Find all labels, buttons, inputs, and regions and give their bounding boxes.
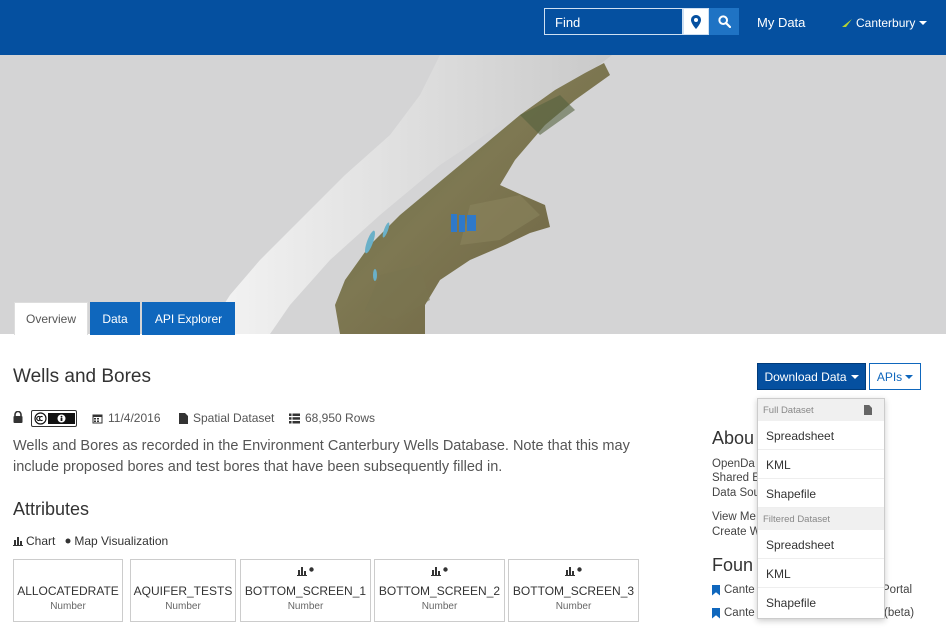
full-shapefile-option[interactable]: Shapefile xyxy=(758,479,884,508)
tab-overview[interactable]: Overview xyxy=(14,302,88,335)
chevron-down-icon xyxy=(905,374,914,379)
apis-button[interactable]: APIs xyxy=(869,363,921,390)
attribute-type: Number xyxy=(555,601,592,612)
bookmark-icon xyxy=(712,584,720,596)
attributes-toolbar: Chart Map Visualization xyxy=(13,534,168,548)
attribute-name: BOTTOM_SCREEN_2 xyxy=(378,584,501,598)
dot-icon xyxy=(577,567,582,572)
attribute-name: BOTTOM_SCREEN_1 xyxy=(244,584,367,598)
my-data-link[interactable]: My Data xyxy=(757,15,805,30)
full-spreadsheet-option[interactable]: Spreadsheet xyxy=(758,421,884,450)
attribute-name: BOTTOM_SCREEN_3 xyxy=(512,584,635,598)
full-dataset-header: Full Dataset xyxy=(758,399,884,421)
about-heading: Abou xyxy=(712,428,755,448)
filtered-dataset-header: Filtered Dataset xyxy=(758,508,884,530)
apis-label: APIs xyxy=(876,369,903,384)
rows-meta: 68,950 Rows xyxy=(289,411,375,425)
attribute-card[interactable]: BOTTOM_SCREEN_1 Number xyxy=(240,559,371,622)
found-in-suffix: (beta) xyxy=(884,607,915,619)
bar-chart-icon xyxy=(13,536,23,546)
hero-map-image xyxy=(0,55,946,334)
download-dropdown-menu: Full Dataset Spreadsheet KML Shapefile F… xyxy=(757,398,885,619)
creative-commons-license-badge[interactable] xyxy=(31,410,77,427)
attributes-heading: Attributes xyxy=(13,499,90,519)
dataset-date: 11/4/2016 xyxy=(108,411,161,425)
search-input[interactable]: Find xyxy=(544,8,683,35)
tab-data[interactable]: Data xyxy=(90,302,140,335)
bar-chart-icon xyxy=(297,567,307,576)
search-button[interactable] xyxy=(709,8,739,35)
chevron-down-icon xyxy=(919,21,928,25)
date-meta: 11/4/2016 xyxy=(92,411,161,425)
found-in-label: Cante xyxy=(724,584,755,596)
map-visualization-label: Map Visualization xyxy=(74,534,169,548)
region-dropdown[interactable]: Canterbury xyxy=(842,16,928,30)
chart-toggle[interactable]: Chart xyxy=(13,534,55,548)
creative-commons-icon xyxy=(34,412,75,425)
region-label: Canterbury xyxy=(856,16,916,30)
attribute-type: Number xyxy=(50,601,86,612)
create-link[interactable]: Create W xyxy=(712,526,761,538)
search-icon xyxy=(717,15,731,28)
tab-api-explorer[interactable]: API Explorer xyxy=(142,302,235,335)
dot-icon xyxy=(443,567,448,572)
attribute-card[interactable]: BOTTOM_SCREEN_2 Number xyxy=(374,559,505,622)
map-pin-icon xyxy=(691,14,701,29)
about-line: Data Sou xyxy=(712,487,760,499)
filtered-spreadsheet-option[interactable]: Spreadsheet xyxy=(758,530,884,559)
leaf-icon xyxy=(842,19,852,27)
attribute-type: Number xyxy=(287,601,324,612)
location-pin-button[interactable] xyxy=(683,8,709,35)
found-in-heading: Foun xyxy=(712,555,754,575)
found-in-item-suffix: (beta) xyxy=(884,607,914,619)
attribute-icons xyxy=(375,567,504,576)
filtered-dataset-label: Filtered Dataset xyxy=(763,514,831,525)
page-title: Wells and Bores xyxy=(13,366,151,387)
list-icon xyxy=(289,413,300,423)
about-line: OpenDa xyxy=(712,458,755,470)
attribute-card[interactable]: BOTTOM_SCREEN_3 Number xyxy=(508,559,639,622)
view-metadata-link[interactable]: View Me xyxy=(712,511,756,523)
full-kml-option[interactable]: KML xyxy=(758,450,884,479)
type-meta: Spatial Dataset xyxy=(179,411,274,425)
download-data-button[interactable]: Download Data xyxy=(757,363,866,390)
dot-icon xyxy=(309,567,314,572)
found-in-item[interactable]: Cante xyxy=(712,584,755,596)
lock-icon xyxy=(13,411,23,423)
attribute-card[interactable]: ALLOCATEDRATE Number xyxy=(13,559,123,622)
found-in-item-suffix: Portal xyxy=(882,584,912,596)
calendar-icon xyxy=(92,414,103,423)
filtered-kml-option[interactable]: KML xyxy=(758,559,884,588)
chevron-down-icon xyxy=(850,374,859,379)
found-in-item[interactable]: Cante xyxy=(712,607,755,619)
about-line: Shared E xyxy=(712,472,760,484)
attribute-name: AQUIFER_TESTS xyxy=(133,584,233,598)
attribute-icons xyxy=(241,567,370,576)
lock-icon-wrap xyxy=(13,411,23,423)
bookmark-icon xyxy=(712,607,720,619)
attribute-type: Number xyxy=(165,601,201,612)
attribute-card[interactable]: AQUIFER_TESTS Number xyxy=(130,559,236,622)
map-visualization-toggle[interactable]: Map Visualization xyxy=(65,534,168,548)
dataset-description: Wells and Bores as recorded in the Envir… xyxy=(13,438,630,475)
dataset-type: Spatial Dataset xyxy=(193,411,275,425)
filtered-shapefile-option[interactable]: Shapefile xyxy=(758,588,884,617)
attribute-icons xyxy=(509,567,638,576)
attribute-type: Number xyxy=(421,601,458,612)
found-in-suffix: Portal xyxy=(882,584,913,596)
dataset-rows: 68,950 Rows xyxy=(305,411,376,425)
bar-chart-icon xyxy=(431,567,441,576)
file-icon xyxy=(864,405,872,415)
chart-label: Chart xyxy=(26,534,56,548)
found-in-label: Cante xyxy=(724,607,755,619)
bar-chart-icon xyxy=(565,567,575,576)
file-icon xyxy=(179,412,188,424)
attribute-name: ALLOCATEDRATE xyxy=(17,584,119,598)
dot-icon xyxy=(65,538,71,544)
download-data-label: Download Data xyxy=(764,369,847,384)
full-dataset-label: Full Dataset xyxy=(763,405,814,416)
